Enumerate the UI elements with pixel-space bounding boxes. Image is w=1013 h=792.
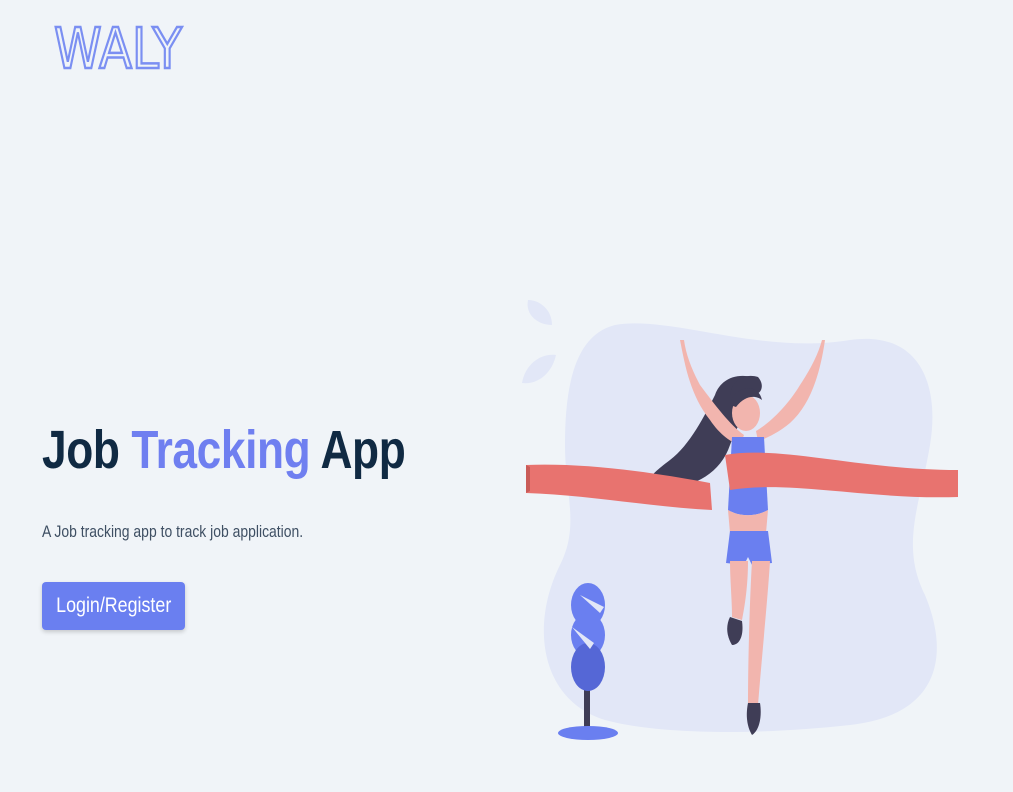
hero-section: Job Tracking App A Job tracking app to t… [42, 418, 482, 542]
landing-page: WALY Job Tracking App A Job tracking app… [0, 0, 1013, 792]
login-register-label: Login/Register [55, 594, 172, 617]
title-app: App [320, 420, 406, 480]
title-job: Job [42, 420, 120, 480]
finish-line-runner-icon [522, 300, 958, 740]
hero-subtitle: A Job tracking app to track job applicat… [42, 522, 304, 541]
plant-base [558, 726, 618, 740]
logo-text: WALY [54, 18, 183, 74]
finish-ribbon-left-fold [526, 465, 530, 493]
plant-leaf [571, 643, 605, 691]
hero-title: Job Tracking App [42, 418, 406, 482]
leaf-icon [527, 300, 552, 325]
leaf-icon [522, 354, 556, 384]
title-tracking: Tracking [131, 420, 311, 480]
login-register-button[interactable]: Login/Register [42, 582, 185, 630]
logo: WALY [53, 18, 184, 74]
